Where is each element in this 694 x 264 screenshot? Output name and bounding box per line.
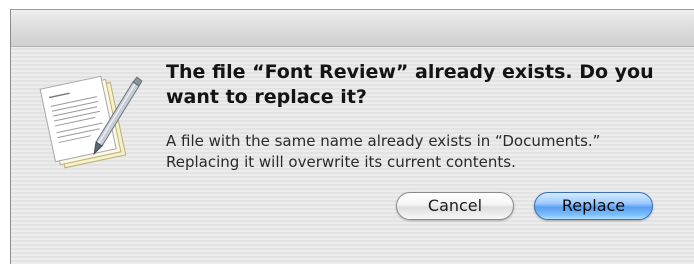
textedit-document-pen-icon (39, 75, 143, 169)
replace-button[interactable]: Replace (534, 192, 653, 220)
cancel-button[interactable]: Cancel (396, 192, 514, 220)
dialog-headline: The file “Font Review” already exists. D… (166, 61, 654, 108)
dialog-titlebar (11, 10, 694, 47)
dialog-message: A file with the same name already exists… (166, 132, 601, 171)
